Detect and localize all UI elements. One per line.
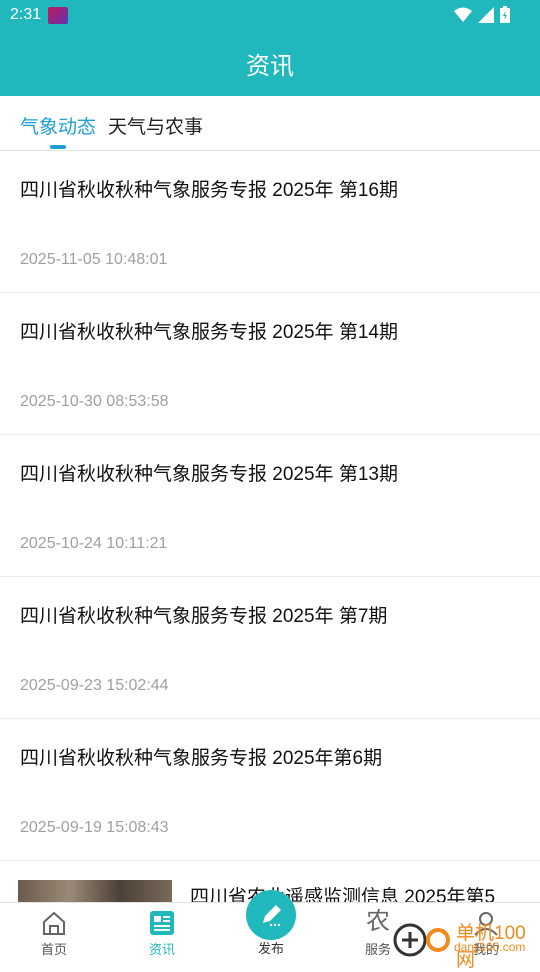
app-header: 资讯 [0,30,540,96]
news-title: 四川省秋收秋种气象服务专报 2025年 第13期 [20,464,398,485]
status-time: 2:31 [10,6,42,23]
news-thumbnail [18,880,172,902]
status-icons [454,6,510,23]
news-title: 四川省秋收秋种气象服务专报 2025年 第16期 [20,180,398,201]
list-item[interactable]: 四川省秋收秋种气象服务专报 2025年 第14期 2025-10-30 08:5… [0,293,540,435]
news-title: 四川省农业遥感监测信息 2025年第5 [190,887,496,902]
list-item[interactable]: 四川省秋收秋种气象服务专报 2025年 第16期 2025-11-05 10:4… [0,151,540,293]
news-title: 四川省秋收秋种气象服务专报 2025年第6期 [20,748,383,769]
news-title: 四川省秋收秋种气象服务专报 2025年 第7期 [20,606,388,627]
nav-news-label: 资讯 [148,942,175,957]
service-icon: 农 [366,908,390,935]
nav-mine-label: 我的 [472,942,499,957]
nav-service-label: 服务 [364,942,391,957]
publish-label: 发布 [257,941,284,956]
news-list: 四川省秋收秋种气象服务专报 2025年 第16期 2025-11-05 10:4… [0,151,540,861]
news-date: 2025-09-23 15:02:44 [20,677,169,694]
nav-home-label: 首页 [40,942,67,957]
publish-button[interactable] [246,890,296,940]
list-item[interactable]: 四川省秋收秋种气象服务专报 2025年第6期 2025-09-19 15:08:… [0,719,540,861]
news-title: 四川省秋收秋种气象服务专报 2025年 第14期 [20,322,398,343]
list-item[interactable]: 四川省秋收秋种气象服务专报 2025年 第13期 2025-10-24 10:1… [0,435,540,577]
wifi-icon [454,7,472,22]
list-item[interactable]: 四川省秋收秋种气象服务专报 2025年 第7期 2025-09-23 15:02… [0,577,540,719]
battery-icon [500,6,510,23]
user-icon [474,912,498,936]
news-date: 2025-10-24 10:11:21 [20,535,168,552]
news-icon [150,911,174,935]
page-title: 资讯 [246,52,294,80]
notification-app-icon [48,7,68,24]
pencil-icon [263,905,281,927]
tab-bar: 气象动态 天气与农事 [0,96,540,151]
signal-icon [478,6,494,23]
news-date: 2025-11-05 10:48:01 [20,251,168,268]
nav-news[interactable]: 资讯 [108,903,216,961]
home-icon [43,911,65,935]
nav-service[interactable]: 农 服务 [324,903,432,961]
tab-weather-farming[interactable]: 天气与农事 [108,112,203,139]
nav-mine[interactable]: 我的 [432,903,540,961]
news-date: 2025-09-19 15:08:43 [20,819,169,836]
nav-home[interactable]: 首页 [0,903,108,961]
tab-indicator [50,145,66,149]
tab-weather-news[interactable]: 气象动态 [20,112,96,139]
status-bar: 2:31 [0,0,540,30]
news-date: 2025-10-30 08:53:58 [20,393,169,410]
